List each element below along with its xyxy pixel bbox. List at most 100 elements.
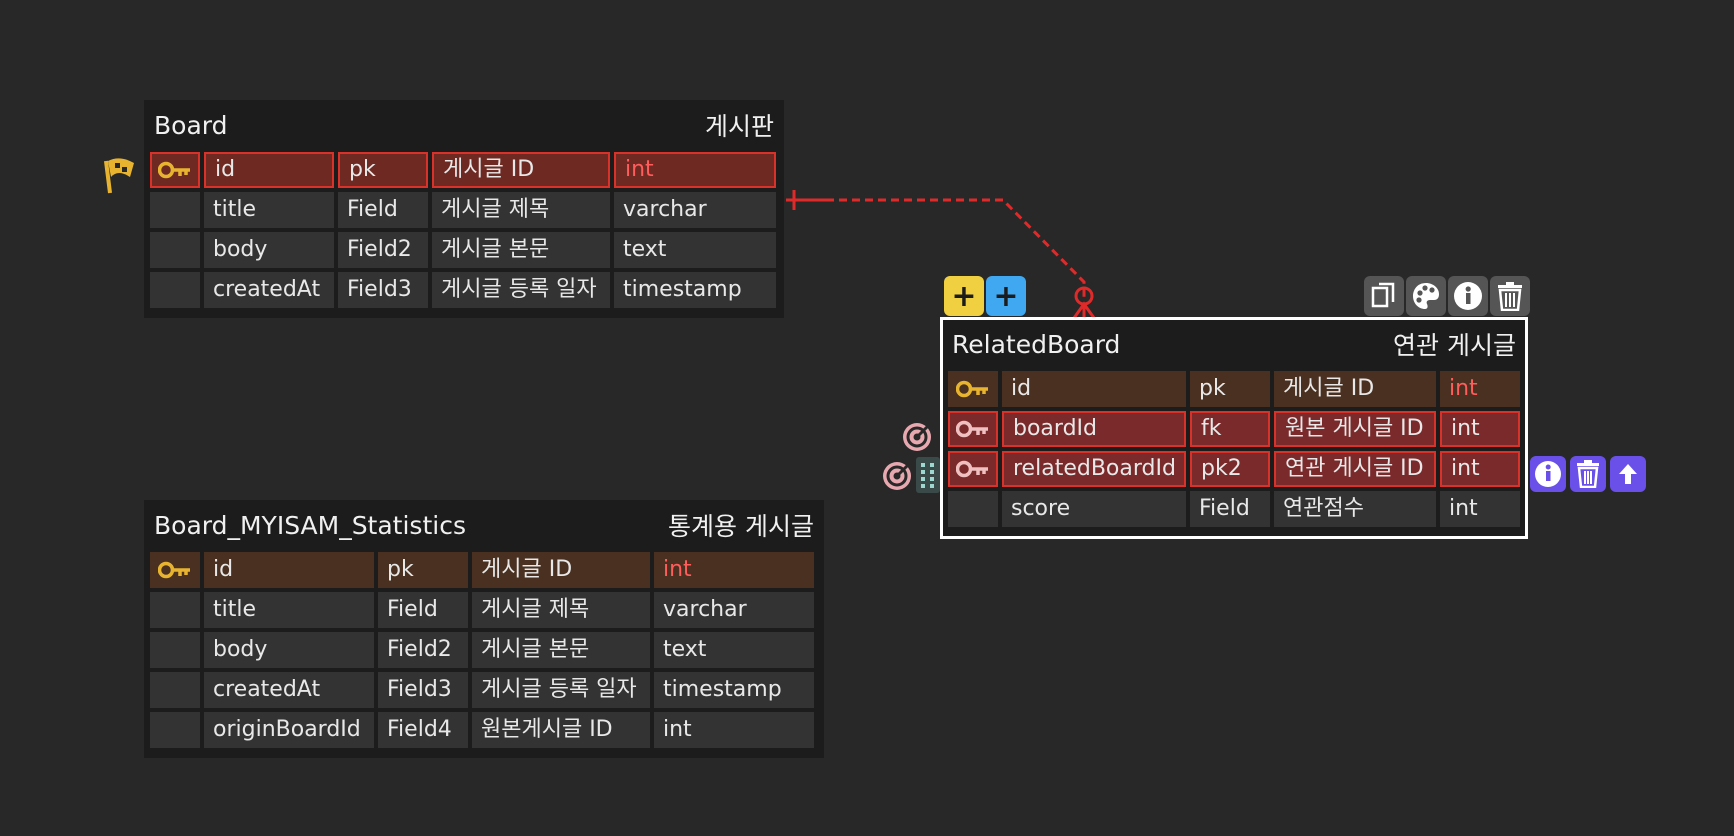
table-row[interactable]: createdAt Field3 게시글 등록 일자 timestamp: [150, 270, 778, 310]
table-row[interactable]: id pk 게시글 ID int: [948, 369, 1520, 409]
column-type[interactable]: timestamp: [614, 272, 776, 308]
column-comment[interactable]: 원본 게시글 ID: [1274, 411, 1436, 447]
column-type[interactable]: int: [1440, 411, 1520, 447]
column-key[interactable]: Field2: [338, 232, 428, 268]
column-name[interactable]: originBoardId: [204, 712, 374, 748]
foreign-key-icon: [948, 411, 998, 447]
column-comment[interactable]: 게시글 본문: [472, 632, 650, 668]
column-key[interactable]: Field4: [378, 712, 468, 748]
table-row[interactable]: originBoardId Field4 원본게시글 ID int: [150, 710, 818, 750]
column-key[interactable]: Field: [1190, 491, 1270, 527]
flag-icon[interactable]: [100, 155, 140, 195]
table-row[interactable]: createdAt Field3 게시글 등록 일자 timestamp: [150, 670, 818, 710]
trash-icon[interactable]: [1490, 276, 1530, 316]
column-name[interactable]: relatedBoardId: [1002, 451, 1186, 487]
table-board-myisam-statistics[interactable]: Board_MYISAM_Statistics 통계용 게시글 id pk 게시…: [144, 500, 824, 758]
key-slot: [150, 592, 200, 628]
column-name[interactable]: createdAt: [204, 672, 374, 708]
target-icon[interactable]: [880, 457, 916, 493]
table-header[interactable]: RelatedBoard 연관 게시글: [948, 319, 1520, 369]
key-slot: [150, 272, 200, 308]
column-comment[interactable]: 게시글 본문: [432, 232, 610, 268]
column-move-up-button[interactable]: [1610, 456, 1646, 492]
column-comment[interactable]: 게시글 등록 일자: [472, 672, 650, 708]
table-row[interactable]: boardId fk 원본 게시글 ID int: [948, 409, 1520, 449]
table-header[interactable]: Board 게시판: [150, 100, 778, 150]
column-comment[interactable]: 원본게시글 ID: [472, 712, 650, 748]
table-row[interactable]: id pk 게시글 ID int: [150, 550, 818, 590]
table-comment[interactable]: 게시판: [705, 107, 774, 143]
column-name[interactable]: id: [1002, 371, 1186, 407]
column-name[interactable]: createdAt: [204, 272, 334, 308]
add-column-alt-button[interactable]: +: [986, 276, 1026, 316]
column-comment[interactable]: 게시글 ID: [432, 152, 610, 188]
table-header[interactable]: Board_MYISAM_Statistics 통계용 게시글: [150, 500, 818, 550]
add-column-button[interactable]: +: [944, 276, 984, 316]
column-name[interactable]: score: [1002, 491, 1186, 527]
table-row[interactable]: title Field 게시글 제목 varchar: [150, 590, 818, 630]
column-key[interactable]: fk: [1190, 411, 1270, 447]
table-comment[interactable]: 연관 게시글: [1393, 326, 1516, 362]
column-name[interactable]: title: [204, 192, 334, 228]
column-key[interactable]: pk: [378, 552, 468, 588]
table-row[interactable]: body Field2 게시글 본문 text: [150, 630, 818, 670]
table-comment[interactable]: 통계용 게시글: [668, 507, 814, 543]
column-info-button[interactable]: [1530, 456, 1566, 492]
column-key[interactable]: Field3: [338, 272, 428, 308]
column-type[interactable]: varchar: [614, 192, 776, 228]
key-slot: [150, 672, 200, 708]
palette-icon[interactable]: [1406, 276, 1446, 316]
table-related-board[interactable]: RelatedBoard 연관 게시글 id pk 게시글 ID int boa…: [940, 317, 1528, 539]
column-key[interactable]: pk: [1190, 371, 1270, 407]
column-comment[interactable]: 게시글 등록 일자: [432, 272, 610, 308]
table-row[interactable]: score Field 연관점수 int: [948, 489, 1520, 529]
column-type[interactable]: int: [1440, 451, 1520, 487]
column-key[interactable]: Field3: [378, 672, 468, 708]
column-comment[interactable]: 연관 게시글 ID: [1274, 451, 1436, 487]
column-comment[interactable]: 게시글 ID: [472, 552, 650, 588]
column-key[interactable]: Field: [378, 592, 468, 628]
target-icon[interactable]: [900, 418, 936, 454]
column-name[interactable]: body: [204, 232, 334, 268]
key-slot: [150, 232, 200, 268]
copy-icon[interactable]: [1364, 276, 1404, 316]
column-type[interactable]: int: [614, 152, 776, 188]
table-row[interactable]: id pk 게시글 ID int: [150, 150, 778, 190]
info-icon[interactable]: [1448, 276, 1488, 316]
column-comment[interactable]: 게시글 제목: [432, 192, 610, 228]
column-type[interactable]: int: [654, 712, 814, 748]
key-slot: [150, 192, 200, 228]
column-name[interactable]: id: [204, 552, 374, 588]
table-row[interactable]: body Field2 게시글 본문 text: [150, 230, 778, 270]
column-name[interactable]: boardId: [1002, 411, 1186, 447]
key-slot: [150, 712, 200, 748]
column-type[interactable]: timestamp: [654, 672, 814, 708]
column-comment[interactable]: 연관점수: [1274, 491, 1436, 527]
column-key[interactable]: Field2: [378, 632, 468, 668]
key-icon: [150, 552, 200, 588]
table-name[interactable]: RelatedBoard: [952, 330, 1120, 359]
column-key[interactable]: pk2: [1190, 451, 1270, 487]
drag-handle-icon[interactable]: [916, 457, 940, 493]
column-type[interactable]: int: [1440, 491, 1520, 527]
table-row[interactable]: relatedBoardId pk2 연관 게시글 ID int: [948, 449, 1520, 489]
table-name[interactable]: Board: [154, 111, 227, 140]
column-type[interactable]: int: [1440, 371, 1520, 407]
column-name[interactable]: title: [204, 592, 374, 628]
column-type[interactable]: text: [614, 232, 776, 268]
key-slot: [948, 491, 998, 527]
column-type[interactable]: int: [654, 552, 814, 588]
column-name[interactable]: id: [204, 152, 334, 188]
column-comment[interactable]: 게시글 제목: [472, 592, 650, 628]
column-delete-button[interactable]: [1570, 456, 1606, 492]
key-icon: [150, 152, 200, 188]
column-type[interactable]: text: [654, 632, 814, 668]
table-row[interactable]: title Field 게시글 제목 varchar: [150, 190, 778, 230]
column-type[interactable]: varchar: [654, 592, 814, 628]
table-board[interactable]: Board 게시판 id pk 게시글 ID int title Field 게…: [144, 100, 784, 318]
column-key[interactable]: Field: [338, 192, 428, 228]
table-name[interactable]: Board_MYISAM_Statistics: [154, 511, 466, 540]
column-comment[interactable]: 게시글 ID: [1274, 371, 1436, 407]
column-key[interactable]: pk: [338, 152, 428, 188]
column-name[interactable]: body: [204, 632, 374, 668]
